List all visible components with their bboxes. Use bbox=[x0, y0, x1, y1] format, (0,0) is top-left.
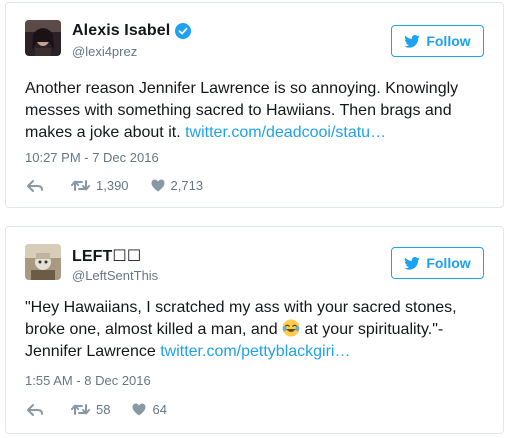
reply-button[interactable] bbox=[27, 403, 49, 416]
tweet-link[interactable]: twitter.com/pettyblackgiri… bbox=[160, 343, 350, 360]
author-name-row[interactable]: LEFT☐☐ bbox=[72, 246, 141, 266]
retweet-button[interactable]: 1,390 bbox=[71, 178, 129, 193]
reply-button[interactable] bbox=[27, 179, 49, 192]
avatar[interactable] bbox=[25, 20, 61, 56]
reply-icon bbox=[27, 179, 43, 192]
like-count: 64 bbox=[152, 402, 167, 417]
tweet-card: LEFT☐☐ @LeftSentThis Follow "Hey Hawaiia… bbox=[5, 226, 504, 434]
author-name-row[interactable]: Alexis Isabel bbox=[72, 22, 192, 40]
tweet-actions: 1,390 2,713 bbox=[27, 178, 203, 193]
follow-button-label: Follow bbox=[426, 33, 471, 49]
retweet-count: 1,390 bbox=[96, 178, 129, 193]
tweet-card: Alexis Isabel @lexi4prez Follow Another … bbox=[5, 2, 504, 208]
display-name[interactable]: LEFT☐☐ bbox=[72, 246, 141, 266]
face-with-tears-of-joy-icon bbox=[282, 319, 300, 337]
follow-button-label: Follow bbox=[426, 255, 471, 271]
display-name[interactable]: Alexis Isabel bbox=[72, 22, 170, 40]
heart-icon bbox=[151, 179, 165, 192]
like-button[interactable]: 2,713 bbox=[151, 178, 204, 193]
twitter-bird-icon bbox=[404, 34, 421, 48]
twitter-bird-icon bbox=[404, 256, 421, 270]
follow-button[interactable]: Follow bbox=[391, 25, 484, 57]
avatar[interactable] bbox=[25, 244, 61, 280]
like-count: 2,713 bbox=[170, 178, 204, 193]
retweet-count: 58 bbox=[96, 402, 111, 417]
like-button[interactable]: 64 bbox=[132, 402, 167, 417]
timestamp[interactable]: 1:55 AM - 8 Dec 2016 bbox=[25, 373, 151, 388]
user-handle[interactable]: @LeftSentThis bbox=[72, 268, 158, 283]
reply-icon bbox=[27, 403, 43, 416]
tweet-text: Another reason Jennifer Lawrence is so a… bbox=[25, 78, 495, 144]
user-handle[interactable]: @lexi4prez bbox=[72, 44, 137, 59]
retweet-icon bbox=[71, 180, 90, 191]
tweet-text: "Hey Hawaiians, I scratched my ass with … bbox=[25, 297, 495, 363]
verified-badge-icon bbox=[175, 23, 192, 39]
heart-icon bbox=[132, 403, 146, 416]
retweet-icon bbox=[71, 404, 90, 415]
tweet-actions: 58 64 bbox=[27, 402, 167, 417]
retweet-button[interactable]: 58 bbox=[71, 402, 110, 417]
tweet-link[interactable]: twitter.com/deadcooi/statu… bbox=[185, 124, 386, 141]
follow-button[interactable]: Follow bbox=[391, 247, 484, 279]
timestamp[interactable]: 10:27 PM - 7 Dec 2016 bbox=[25, 150, 159, 165]
